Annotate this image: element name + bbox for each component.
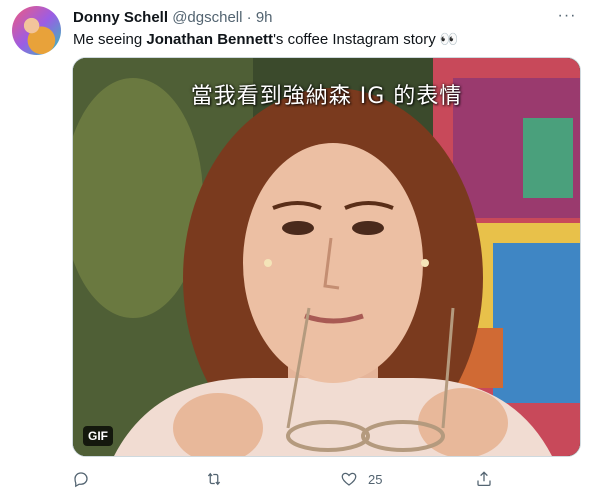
retweet-icon bbox=[207, 472, 221, 486]
like-button[interactable]: 25 bbox=[340, 468, 382, 490]
mentioned-name: Jonathan Bennett bbox=[146, 31, 274, 48]
tweet-text-end: 's coffee Instagram story 👀 bbox=[273, 31, 459, 48]
author-name[interactable]: Donny Schell bbox=[73, 9, 168, 26]
avatar[interactable] bbox=[12, 6, 61, 55]
reply-button[interactable] bbox=[72, 468, 100, 490]
gif-media[interactable]: 當我看到強納森 IG 的表情 GIF bbox=[72, 57, 581, 457]
gif-badge: GIF bbox=[83, 426, 113, 446]
like-count: 25 bbox=[368, 471, 383, 487]
gif-frame-illustration bbox=[73, 58, 580, 456]
like-icon bbox=[341, 472, 357, 486]
reply-icon bbox=[74, 472, 88, 488]
share-button[interactable] bbox=[475, 468, 503, 490]
tweet[interactable]: Donny Schell @dgschell · 9h ··· Me seein… bbox=[0, 0, 589, 491]
retweet-button[interactable] bbox=[205, 468, 233, 490]
gif-caption: 當我看到強納森 IG 的表情 bbox=[190, 84, 463, 109]
more-icon[interactable]: ··· bbox=[557, 6, 577, 26]
author-handle[interactable]: @dgschell bbox=[172, 9, 242, 26]
timestamp[interactable]: 9h bbox=[256, 9, 273, 26]
tweet-actions: 25 bbox=[72, 468, 502, 490]
separator-dot: · bbox=[246, 9, 252, 26]
share-icon bbox=[477, 471, 491, 487]
tweet-text-start: Me seeing bbox=[73, 31, 147, 48]
tweet-header: Donny Schell @dgschell · 9h bbox=[73, 8, 273, 28]
tweet-text: Me seeing Jonathan Bennett's coffee Inst… bbox=[73, 30, 459, 50]
